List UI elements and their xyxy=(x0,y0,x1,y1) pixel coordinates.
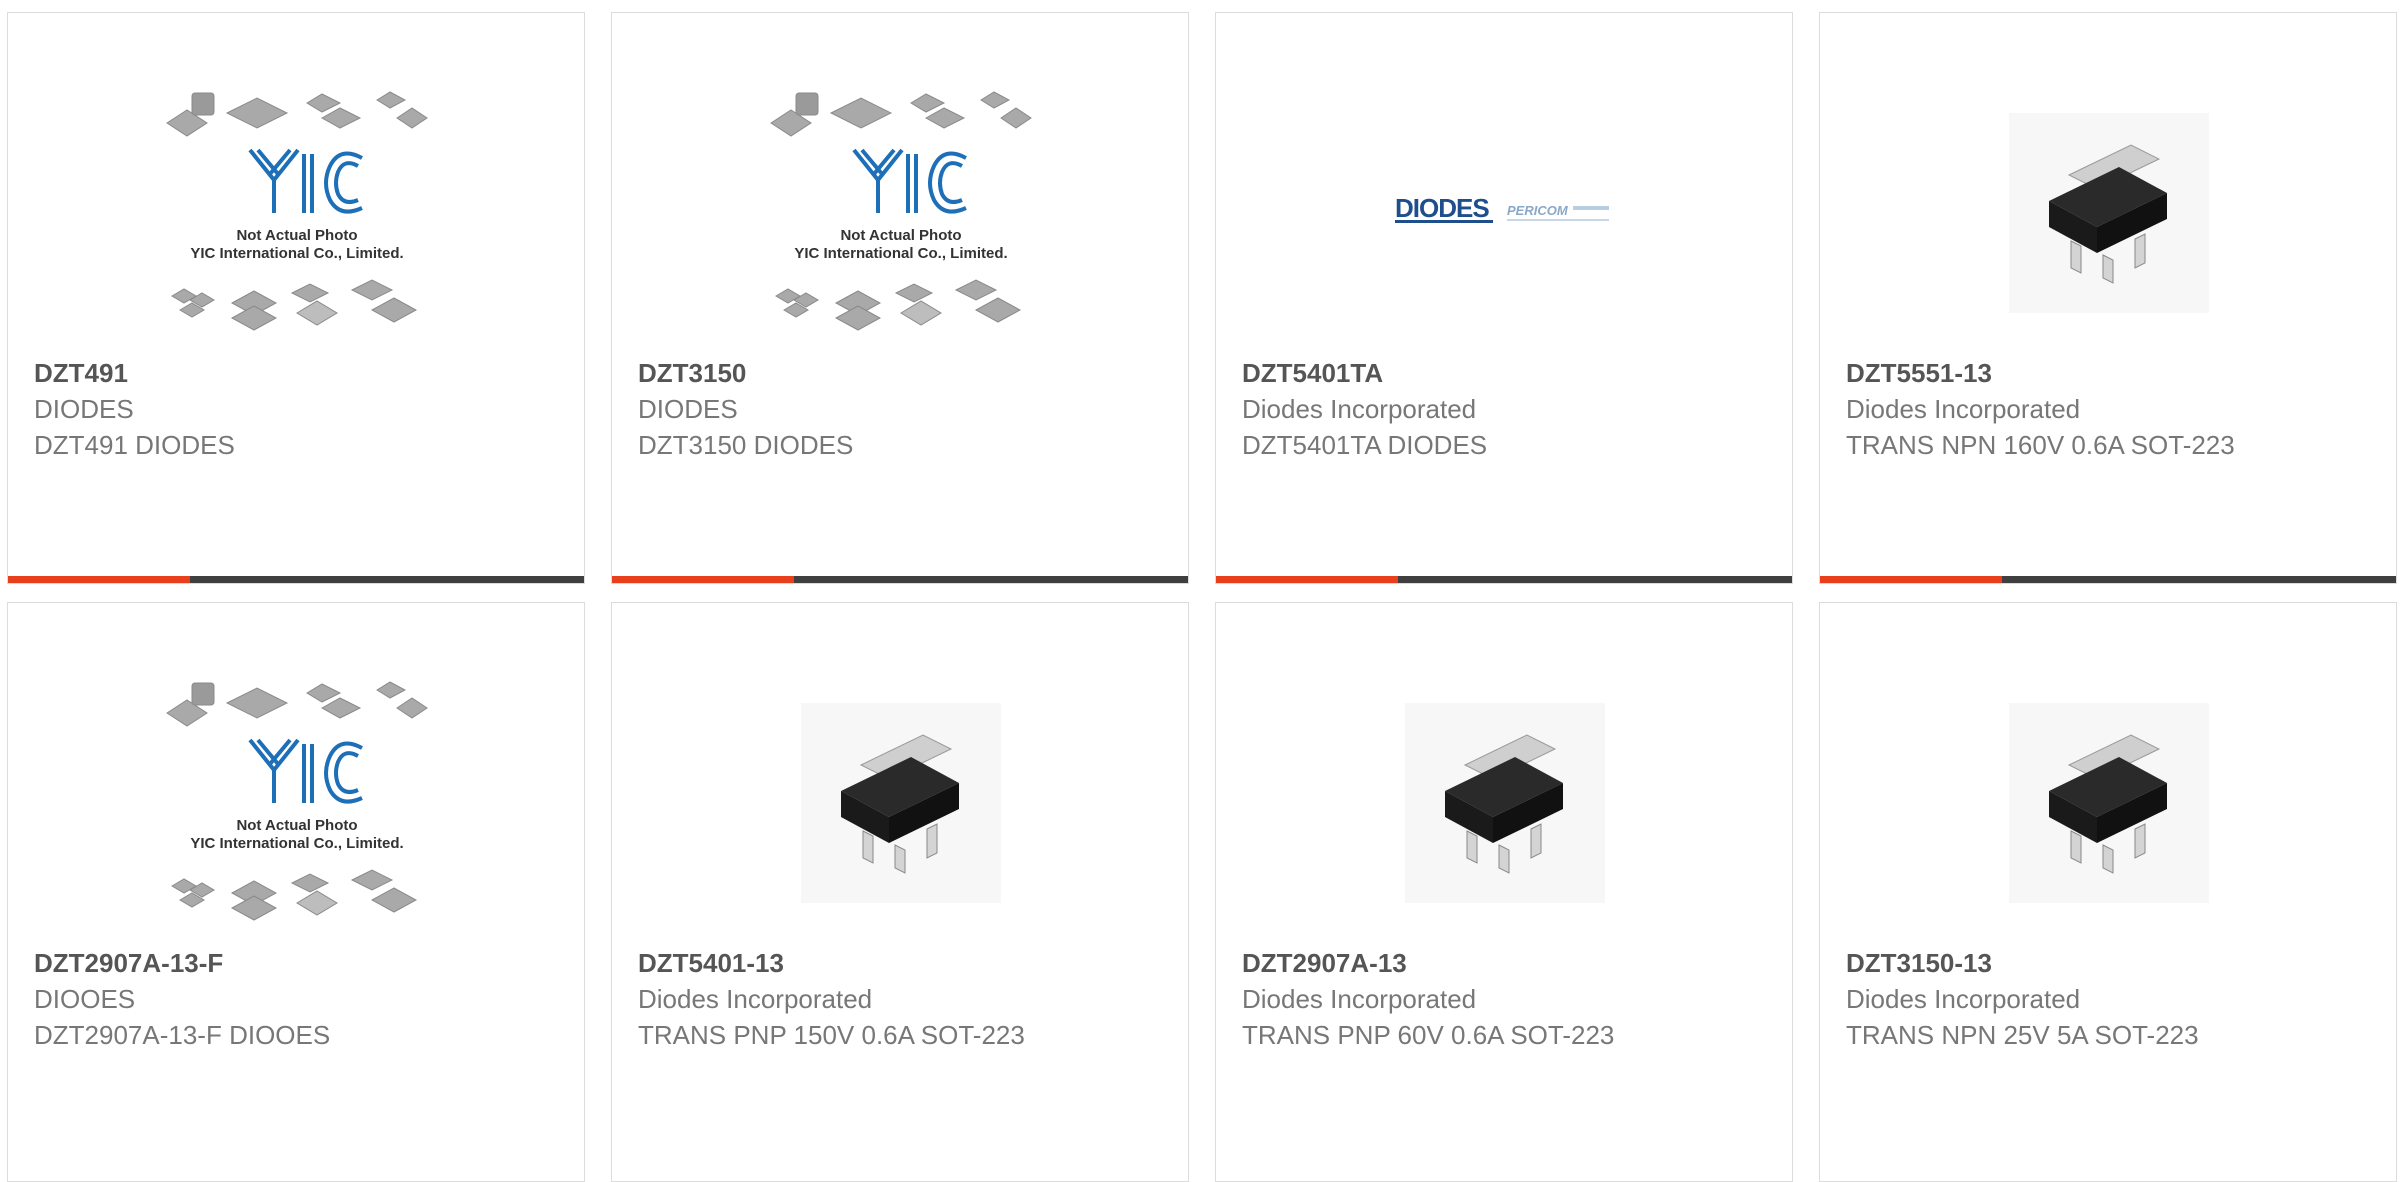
product-description: TRANS PNP 60V 0.6A SOT-223 xyxy=(1242,1020,1615,1050)
product-card[interactable]: Not Actual Photo YIC International Co., … xyxy=(611,12,1189,584)
product-card[interactable]: DZT5551-13 Diodes Incorporated TRANS NPN 1… xyxy=(1819,12,2397,584)
placeholder-line2: YIC International Co., Limited. xyxy=(190,245,403,262)
card-bottom-bar xyxy=(1216,576,1792,583)
product-info: DZT2907A-13-F DIOOES DZT2907A-13-F DIOOES xyxy=(34,945,454,1053)
product-part-number[interactable]: DZT2907A-13-F xyxy=(34,945,454,981)
yic-logo xyxy=(248,148,363,214)
diodes-pericom-logo: DIODES PERICOM xyxy=(1395,193,1609,223)
product-grid: Not Actual Photo YIC International Co., … xyxy=(0,0,2400,1182)
product-info: DZT5401TA Diodes Incorporated DZT5401TA DI… xyxy=(1242,355,1662,463)
card-bottom-bar xyxy=(612,576,1188,583)
product-manufacturer: Diodes Incorporated xyxy=(1846,984,2081,1014)
product-part-number[interactable]: DZT3150-13 xyxy=(1846,945,2266,981)
product-description: DZT3150 DIODES xyxy=(638,430,854,460)
product-manufacturer: DIODES xyxy=(638,394,738,424)
sot223-package-image xyxy=(1405,703,1605,903)
product-card[interactable]: DZT2907A-13 Diodes Incorporated TRANS PNP … xyxy=(1215,602,1793,1182)
sot223-package-image xyxy=(801,703,1001,903)
product-description: DZT491 DIODES xyxy=(34,430,235,460)
product-description: TRANS NPN 160V 0.6A SOT-223 xyxy=(1846,430,2235,460)
product-part-number[interactable]: DZT5551-13 xyxy=(1846,355,2266,391)
product-part-number[interactable]: DZT5401TA xyxy=(1242,355,1662,391)
product-manufacturer: DIODES xyxy=(34,394,134,424)
card-accent-bar xyxy=(8,576,190,583)
diodes-brand: DIODES xyxy=(1395,193,1489,223)
product-thumbnail[interactable] xyxy=(1820,73,2396,353)
card-bottom-bar xyxy=(8,576,584,583)
card-accent-bar xyxy=(1820,576,2002,583)
product-thumbnail[interactable]: DIODES PERICOM xyxy=(1216,73,1792,353)
product-card[interactable]: Not Actual Photo YIC International Co., … xyxy=(7,602,585,1182)
placeholder-line1: Not Actual Photo xyxy=(840,227,961,244)
product-thumbnail[interactable] xyxy=(612,663,1188,943)
product-card[interactable]: DZT5401-13 Diodes Incorporated TRANS PNP 1… xyxy=(611,602,1189,1182)
product-info: DZT3150 DIODES DZT3150 DIODES xyxy=(638,355,1058,463)
product-description: TRANS PNP 150V 0.6A SOT-223 xyxy=(638,1020,1025,1050)
product-manufacturer: Diodes Incorporated xyxy=(1846,394,2081,424)
card-accent-bar xyxy=(612,576,794,583)
product-part-number[interactable]: DZT2907A-13 xyxy=(1242,945,1662,981)
product-manufacturer: Diodes Incorporated xyxy=(1242,984,1477,1014)
product-description: DZT5401TA DIODES xyxy=(1242,430,1488,460)
yic-logo xyxy=(248,738,363,804)
product-thumbnail[interactable] xyxy=(1216,663,1792,943)
product-part-number[interactable]: DZT491 xyxy=(34,355,454,391)
product-info: DZT491 DIODES DZT491 DIODES xyxy=(34,355,454,463)
card-bottom-bar xyxy=(1820,576,2396,583)
product-manufacturer: DIOOES xyxy=(34,984,136,1014)
yic-placeholder-image: Not Actual Photo YIC International Co., … xyxy=(166,681,428,921)
yic-placeholder-image: Not Actual Photo YIC International Co., … xyxy=(166,91,428,331)
placeholder-line1: Not Actual Photo xyxy=(236,817,357,834)
product-thumbnail[interactable]: Not Actual Photo YIC International Co., … xyxy=(612,73,1188,353)
placeholder-line1: Not Actual Photo xyxy=(236,227,357,244)
placeholder-line2: YIC International Co., Limited. xyxy=(794,245,1007,262)
product-description: TRANS NPN 25V 5A SOT-223 xyxy=(1846,1020,2199,1050)
product-info: DZT5401-13 Diodes Incorporated TRANS PNP 1… xyxy=(638,945,1058,1053)
product-description: DZT2907A-13-F DIOOES xyxy=(34,1020,331,1050)
product-thumbnail[interactable] xyxy=(1820,663,2396,943)
sot223-package-image xyxy=(2009,703,2209,903)
product-thumbnail[interactable]: Not Actual Photo YIC International Co., … xyxy=(8,663,584,943)
yic-logo xyxy=(852,148,967,214)
yic-placeholder-image: Not Actual Photo YIC International Co., … xyxy=(770,91,1032,331)
product-card[interactable]: DIODES PERICOM DZT5401TA Diodes Incorpora… xyxy=(1215,12,1793,584)
product-info: DZT5551-13 Diodes Incorporated TRANS NPN 1… xyxy=(1846,355,2266,463)
product-info: DZT2907A-13 Diodes Incorporated TRANS PNP … xyxy=(1242,945,1662,1053)
product-part-number[interactable]: DZT5401-13 xyxy=(638,945,1058,981)
product-manufacturer: Diodes Incorporated xyxy=(638,984,873,1014)
sot223-package-image xyxy=(2009,113,2209,313)
product-manufacturer: Diodes Incorporated xyxy=(1242,394,1477,424)
product-info: DZT3150-13 Diodes Incorporated TRANS NPN 2… xyxy=(1846,945,2266,1053)
product-card[interactable]: Not Actual Photo YIC International Co., … xyxy=(7,12,585,584)
pericom-brand: PERICOM xyxy=(1507,203,1569,218)
card-accent-bar xyxy=(1216,576,1398,583)
product-thumbnail[interactable]: Not Actual Photo YIC International Co., … xyxy=(8,73,584,353)
placeholder-line2: YIC International Co., Limited. xyxy=(190,835,403,852)
product-card[interactable]: DZT3150-13 Diodes Incorporated TRANS NPN 2… xyxy=(1819,602,2397,1182)
product-part-number[interactable]: DZT3150 xyxy=(638,355,1058,391)
